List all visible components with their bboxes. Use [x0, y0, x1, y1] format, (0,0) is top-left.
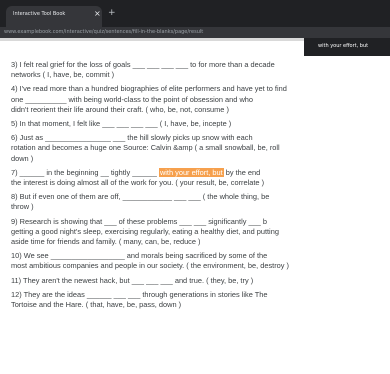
question-line: throw ) [11, 202, 34, 212]
question-line: 8) But if even one of them are off, ____… [11, 192, 270, 202]
question-line: networks ( I, have, be, commit ) [11, 70, 115, 80]
question-line: 11) They aren't the newest hack, but ___… [11, 275, 254, 285]
question-item: 9) Research is showing that ___ of these… [11, 217, 390, 248]
question-line: 12) They are the ideas ______ ___ ___ th… [11, 289, 268, 299]
question-list: 3) I felt real grief for the loss of goa… [11, 60, 390, 314]
question-line: most ambitious companies and people in o… [11, 261, 289, 271]
question-line: 5) In that moment, I felt like ___ ___ _… [11, 119, 232, 129]
question-line: 3) I felt real grief for the loss of goa… [11, 60, 275, 69]
question-item: 11) They aren't the newest hack, but ___… [11, 276, 390, 286]
question-item: 12) They are the ideas ______ ___ ___ th… [11, 290, 390, 310]
question-line: down ) [11, 153, 34, 163]
question-line: 10) We see __________________ and morals… [11, 251, 268, 261]
question-line: the interest is doing almost all of the … [11, 178, 265, 188]
question-item: 3) I felt real grief for the loss of goa… [11, 60, 390, 80]
question-line: 7) ______ in the beginning __ tightly __… [11, 167, 390, 178]
question-line: rotation and becomes a huge one Source: … [11, 143, 280, 153]
question-text: 7) ______ in the beginning __ tightly __… [11, 167, 159, 177]
question-item: 6) Just as ________________ ___ the hill… [11, 133, 390, 164]
question-line: didn't reorient their life around their … [11, 104, 229, 114]
find-query[interactable]: with your effort, but [318, 43, 368, 49]
close-icon[interactable]: × [94, 9, 101, 18]
question-item: 4) I've read more than a hundred biograp… [11, 84, 390, 115]
url-text[interactable]: www.examplebook.com/interactive/quiz/sen… [4, 29, 203, 35]
question-item: 7) ______ in the beginning __ tightly __… [11, 167, 390, 188]
new-tab-icon[interactable]: + [108, 8, 116, 18]
browser-tab-bar: Interactive Tool Book × + [0, 0, 390, 27]
question-line: getting a good night's sleep, exercising… [11, 226, 279, 236]
question-line: aside time for friends and family. ( man… [11, 237, 201, 247]
question-item: 5) In that moment, I felt like ___ ___ _… [11, 119, 390, 129]
browser-tab[interactable]: Interactive Tool Book × [6, 6, 102, 27]
find-bar[interactable]: with your effort, but [304, 38, 390, 56]
question-line: 6) Just as ________________ ___ the hill… [11, 133, 253, 143]
question-item: 10) We see __________________ and morals… [11, 251, 390, 271]
question-line: one __________ with being world-class to… [11, 94, 254, 104]
address-bar[interactable]: www.examplebook.com/interactive/quiz/sen… [0, 27, 390, 38]
question-line: 9) Research is showing that ___ of these… [11, 216, 267, 226]
question-item: 8) But if even one of them are off, ____… [11, 192, 390, 212]
question-line: 4) I've read more than a hundred biograp… [11, 84, 287, 94]
tab-title: Interactive Tool Book [13, 11, 66, 17]
search-highlight: with your effort, but [158, 167, 224, 177]
question-line: Tortoise and the Hare. ( that, have, be,… [11, 300, 182, 310]
question-text: by the end [223, 167, 261, 177]
